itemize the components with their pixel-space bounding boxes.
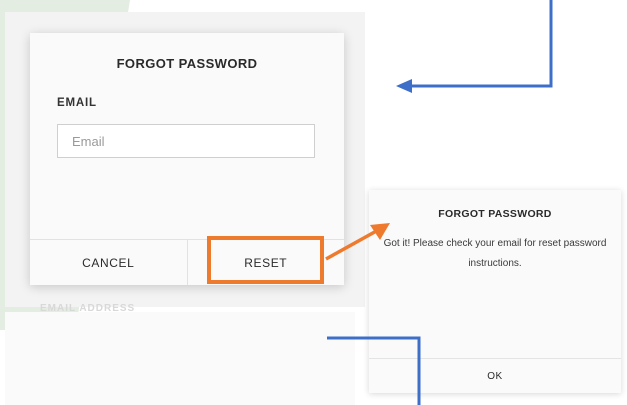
confirmation-message: Got it! Please check your email for rese…: [383, 238, 607, 269]
reset-button-highlight: [207, 236, 324, 284]
confirmation-title: FORGOT PASSWORD: [438, 208, 552, 220]
top-blue-arrow: [396, 0, 553, 93]
dialog-title: FORGOT PASSWORD: [116, 56, 258, 71]
confirmation-dialog: FORGOT PASSWORD Got it! Please check you…: [369, 190, 621, 393]
ok-button[interactable]: OK: [369, 358, 621, 393]
email-label: EMAIL: [57, 97, 97, 109]
email-input[interactable]: [57, 124, 315, 158]
cancel-button[interactable]: CANCEL: [30, 240, 188, 285]
background-lower-card: [5, 312, 355, 405]
